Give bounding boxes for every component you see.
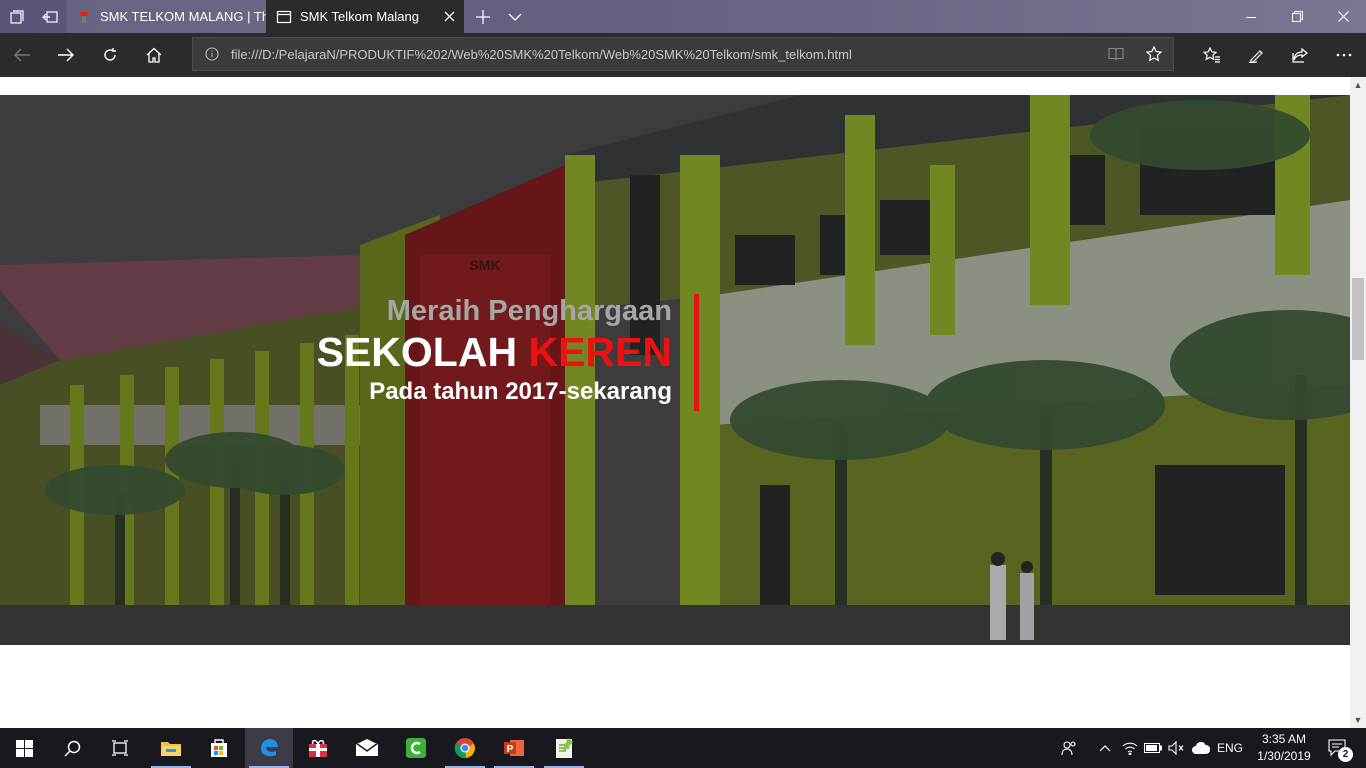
- scroll-down-arrow-icon[interactable]: ▼: [1350, 712, 1366, 728]
- notification-count-badge: 2: [1338, 747, 1353, 762]
- file-explorer-icon[interactable]: [147, 728, 195, 768]
- edge-browser-icon[interactable]: [245, 728, 293, 768]
- home-button[interactable]: [132, 33, 176, 77]
- svg-text:P: P: [507, 744, 514, 755]
- chrome-icon[interactable]: [441, 728, 489, 768]
- restore-button[interactable]: [1274, 0, 1320, 33]
- tab-smk-telkom-malang[interactable]: SMK Telkom Malang: [266, 0, 464, 33]
- task-view-icon[interactable]: [96, 728, 144, 768]
- clock-date: 1/30/2019: [1257, 749, 1311, 763]
- hero-headline-red: KEREN: [528, 329, 672, 375]
- address-bar[interactable]: [192, 37, 1174, 71]
- hero-headline: SEKOLAH KEREN: [317, 329, 672, 375]
- hero-banner: SMK Meraih Penghargaan SEKOLAH KEREN Pad…: [0, 95, 1350, 645]
- page-scrollbar[interactable]: ▲ ▼: [1350, 77, 1366, 728]
- onedrive-cloud-icon[interactable]: [1189, 728, 1213, 768]
- page-icon: [276, 10, 292, 23]
- back-button[interactable]: [0, 33, 44, 77]
- new-tab-icon[interactable]: [466, 0, 499, 33]
- browser-nav-bar: [0, 33, 1366, 77]
- notepad-plus-plus-icon[interactable]: [540, 728, 588, 768]
- microsoft-store-icon[interactable]: [195, 728, 243, 768]
- gift-app-icon[interactable]: [294, 728, 342, 768]
- hero-accent-bar: [694, 294, 699, 411]
- site-info-icon[interactable]: [193, 47, 231, 61]
- input-language[interactable]: ENG: [1214, 728, 1246, 768]
- set-aside-tabs-icon[interactable]: [33, 0, 66, 33]
- action-center-icon[interactable]: 2: [1318, 728, 1358, 768]
- hero-subtitle-top: Meraih Penghargaan: [386, 295, 672, 327]
- school-building-photo: SMK: [0, 95, 1350, 645]
- hero-subtitle-bottom: Pada tahun 2017-sekarang: [369, 378, 672, 405]
- add-favorite-star-icon[interactable]: [1135, 38, 1173, 70]
- start-button[interactable]: [0, 728, 48, 768]
- mail-icon[interactable]: [343, 728, 391, 768]
- tab-title: SMK TELKOM MALANG | Th: [100, 9, 266, 24]
- url-input[interactable]: [231, 46, 1097, 62]
- favorites-hub-icon[interactable]: [1190, 33, 1234, 77]
- tab-actions-icon[interactable]: [0, 0, 33, 33]
- show-hidden-icons-chevron-icon[interactable]: [1094, 728, 1116, 768]
- tab-title: SMK Telkom Malang: [300, 9, 419, 24]
- powerpoint-icon[interactable]: P: [490, 728, 538, 768]
- favicon-telkom-icon: [79, 11, 89, 23]
- tab-smk-telkom-malang-th[interactable]: SMK TELKOM MALANG | Th: [66, 0, 266, 33]
- page-viewport: SMK Meraih Penghargaan SEKOLAH KEREN Pad…: [0, 77, 1366, 728]
- more-menu-icon[interactable]: [1322, 33, 1366, 77]
- battery-icon[interactable]: [1142, 728, 1164, 768]
- hero-caption: Meraih Penghargaan SEKOLAH KEREN Pada ta…: [317, 293, 672, 409]
- scroll-thumb[interactable]: [1352, 278, 1364, 360]
- close-window-button[interactable]: [1320, 0, 1366, 33]
- volume-muted-icon[interactable]: [1165, 728, 1187, 768]
- hero-headline-white: SEKOLAH: [316, 329, 518, 375]
- refresh-button[interactable]: [88, 33, 132, 77]
- camtasia-icon[interactable]: [392, 728, 440, 768]
- browser-tab-bar: SMK TELKOM MALANG | Th SMK Telkom Malang: [0, 0, 1366, 33]
- reading-view-icon[interactable]: [1097, 38, 1135, 70]
- windows-taskbar: P ENG 3:35 AM 1/30/2019 2: [0, 728, 1366, 768]
- add-notes-pen-icon[interactable]: [1234, 33, 1278, 77]
- share-icon[interactable]: [1278, 33, 1322, 77]
- people-icon[interactable]: [1056, 728, 1082, 768]
- search-icon[interactable]: [48, 728, 96, 768]
- close-tab-icon[interactable]: [434, 0, 464, 33]
- tab-preview-chevron-icon[interactable]: [498, 0, 531, 33]
- forward-button[interactable]: [44, 33, 88, 77]
- system-clock[interactable]: 3:35 AM 1/30/2019: [1248, 728, 1320, 768]
- scroll-up-arrow-icon[interactable]: ▲: [1350, 77, 1366, 93]
- wifi-icon[interactable]: [1119, 728, 1141, 768]
- minimize-button[interactable]: [1228, 0, 1274, 33]
- clock-time: 3:35 AM: [1261, 732, 1307, 746]
